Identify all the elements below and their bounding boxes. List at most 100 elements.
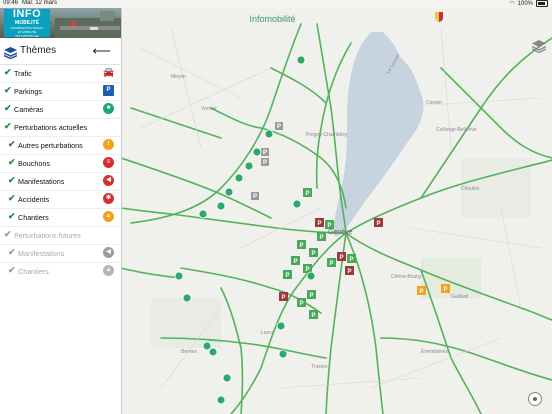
theme-label: Autres perturbations bbox=[18, 141, 83, 150]
theme-label: Chantiers bbox=[18, 267, 49, 276]
check-icon: ✔ bbox=[8, 157, 16, 167]
theme-item-perturbations-actuelles[interactable]: ✔ Perturbations actuelles bbox=[0, 118, 121, 137]
svg-text:P: P bbox=[281, 295, 285, 301]
camera-marker bbox=[264, 129, 274, 139]
parking-marker: P bbox=[337, 252, 346, 261]
theme-item-autres-perturbations[interactable]: ✔ Autres perturbations ! bbox=[0, 136, 121, 155]
megaphone-icon: ◀ bbox=[103, 175, 114, 186]
parking-marker: P bbox=[417, 286, 426, 295]
parking-marker: P bbox=[315, 218, 324, 227]
camera-marker bbox=[234, 173, 244, 183]
parking-marker: P bbox=[441, 284, 450, 293]
check-icon: ✔ bbox=[8, 211, 16, 221]
warning-icon: ! bbox=[103, 139, 114, 150]
theme-item-chantiers[interactable]: ✔ Chantiers ▲ bbox=[0, 208, 121, 227]
logo-line5: DU CANTON GE bbox=[15, 34, 39, 38]
traffic-video-thumbnail[interactable]: INFO MOBILITÉ INFORMATION TRAFIC ET MOBI… bbox=[0, 8, 121, 38]
map-layers-button[interactable] bbox=[531, 40, 547, 58]
theme-label: Parkings bbox=[14, 87, 42, 96]
place-label: Choulex bbox=[461, 186, 480, 192]
svg-text:P: P bbox=[305, 267, 309, 273]
accident-icon: ✱ bbox=[103, 193, 114, 204]
parking-marker: P bbox=[309, 310, 318, 319]
parking-marker: P bbox=[345, 266, 354, 275]
battery-label: 100% bbox=[517, 0, 533, 7]
parking-marker: P bbox=[307, 290, 316, 299]
theme-label: Perturbations actuelles bbox=[14, 123, 88, 132]
camera-marker bbox=[208, 347, 218, 357]
parking-marker: P bbox=[261, 158, 269, 166]
theme-item-future-manifestations[interactable]: ✔ Manifestations ◀ bbox=[0, 244, 121, 263]
parking-marker: P bbox=[283, 270, 292, 279]
parking-marker: P bbox=[279, 292, 288, 301]
check-icon: ✔ bbox=[8, 139, 16, 149]
camera-marker bbox=[216, 201, 226, 211]
svg-text:P: P bbox=[329, 261, 333, 267]
check-icon: ✔ bbox=[8, 265, 16, 275]
theme-item-accidents[interactable]: ✔ Accidents ✱ bbox=[0, 190, 121, 209]
themes-header: Thèmes ⟵ bbox=[0, 40, 121, 65]
status-date: Mar. 12 mars bbox=[22, 0, 58, 6]
svg-text:P: P bbox=[443, 287, 447, 293]
status-bar: 09:46 Mar. 12 mars ◠ 100% bbox=[0, 0, 552, 8]
parking-marker: P bbox=[303, 188, 312, 197]
camera-marker bbox=[224, 187, 234, 197]
svg-text:P: P bbox=[317, 221, 321, 227]
camera-marker bbox=[276, 321, 286, 331]
place-label: Corsier bbox=[426, 100, 442, 106]
traffic-jam-icon: ≡ bbox=[103, 157, 114, 168]
theme-item-cameras[interactable]: ✔ Caméras ■ bbox=[0, 100, 121, 119]
camera-marker bbox=[182, 293, 192, 303]
back-arrow-icon[interactable]: ⟵ bbox=[92, 43, 111, 59]
battery-icon bbox=[536, 0, 548, 7]
infomobilite-logo: INFO MOBILITÉ INFORMATION TRAFIC ET MOBI… bbox=[4, 9, 50, 38]
svg-text:P: P bbox=[339, 255, 343, 261]
theme-label: Chantiers bbox=[18, 213, 49, 222]
place-label: Pregny-Chambésy bbox=[306, 132, 348, 138]
camera-marker bbox=[278, 349, 288, 359]
parking-marker: P bbox=[251, 192, 259, 200]
check-icon: ✔ bbox=[8, 247, 16, 257]
place-label: Gaillard bbox=[451, 294, 468, 300]
locate-me-icon[interactable] bbox=[528, 392, 542, 406]
svg-text:P: P bbox=[327, 223, 331, 229]
car-icon: 🚘 bbox=[103, 67, 115, 77]
theme-item-perturbations-futures[interactable]: ✔ Perturbations futures bbox=[0, 226, 121, 245]
parking-marker: P bbox=[309, 248, 318, 257]
place-label: Vernier bbox=[201, 106, 217, 112]
megaphone-icon: ◀ bbox=[103, 247, 114, 258]
theme-label: Bouchons bbox=[18, 159, 50, 168]
theme-item-future-chantiers[interactable]: ✔ Chantiers ▲ bbox=[0, 262, 121, 280]
check-icon: ✔ bbox=[4, 67, 12, 77]
theme-label: Perturbations futures bbox=[14, 231, 81, 240]
camera-marker bbox=[252, 147, 262, 157]
place-label: Collonge-Bellerive bbox=[436, 127, 477, 133]
map-view[interactable]: Le Léman Meyrin Vernier Pregny-Chambésy … bbox=[121, 8, 552, 414]
check-icon: ✔ bbox=[8, 175, 16, 185]
layers-icon bbox=[531, 40, 547, 54]
parking-marker: P bbox=[261, 148, 269, 156]
theme-label: Manifestations bbox=[18, 177, 65, 186]
parking-marker: P bbox=[327, 258, 336, 267]
parking-marker: P bbox=[347, 254, 356, 263]
wifi-icon: ◠ bbox=[509, 1, 515, 7]
sidebar: INFO MOBILITÉ INFORMATION TRAFIC ET MOBI… bbox=[0, 8, 122, 414]
roadwork-icon: ▲ bbox=[103, 211, 114, 222]
check-icon: ✔ bbox=[4, 121, 12, 131]
svg-text:P: P bbox=[311, 251, 315, 257]
place-label: Lancy bbox=[261, 330, 275, 336]
camera-icon: ■ bbox=[103, 103, 114, 114]
geneva-crest-icon bbox=[435, 12, 443, 22]
theme-label: Accidents bbox=[18, 195, 50, 204]
svg-text:P: P bbox=[293, 259, 297, 265]
map-canvas[interactable]: Le Léman Meyrin Vernier Pregny-Chambésy … bbox=[121, 8, 552, 414]
theme-label: Trafic bbox=[14, 69, 32, 78]
parking-marker: P bbox=[275, 122, 283, 130]
theme-item-manifestations[interactable]: ✔ Manifestations ◀ bbox=[0, 172, 121, 191]
theme-item-bouchons[interactable]: ✔ Bouchons ≡ bbox=[0, 154, 121, 173]
status-time: 09:46 bbox=[3, 0, 19, 6]
theme-item-trafic[interactable]: ✔ Trafic 🚘 bbox=[0, 64, 121, 83]
place-label: Étrembières bbox=[421, 348, 448, 355]
theme-item-parkings[interactable]: ✔ Parkings P bbox=[0, 82, 121, 101]
svg-text:P: P bbox=[309, 293, 313, 299]
